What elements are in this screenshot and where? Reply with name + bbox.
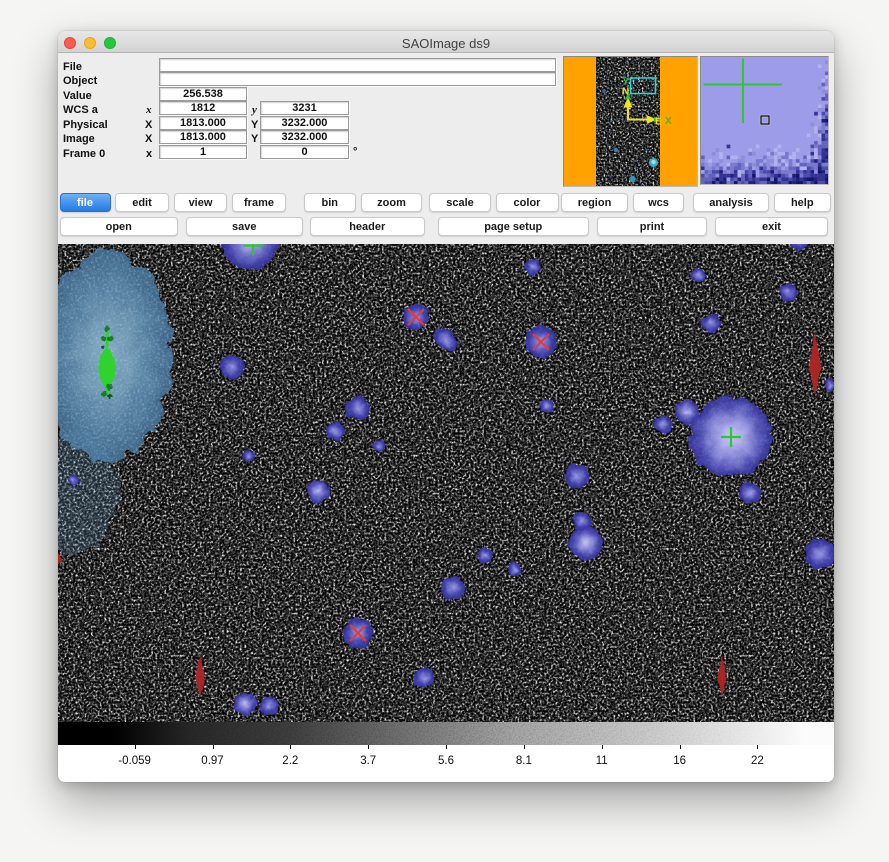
svg-text:X: X [665,116,672,127]
svg-text:N: N [622,87,629,98]
svg-text:E: E [655,117,662,128]
